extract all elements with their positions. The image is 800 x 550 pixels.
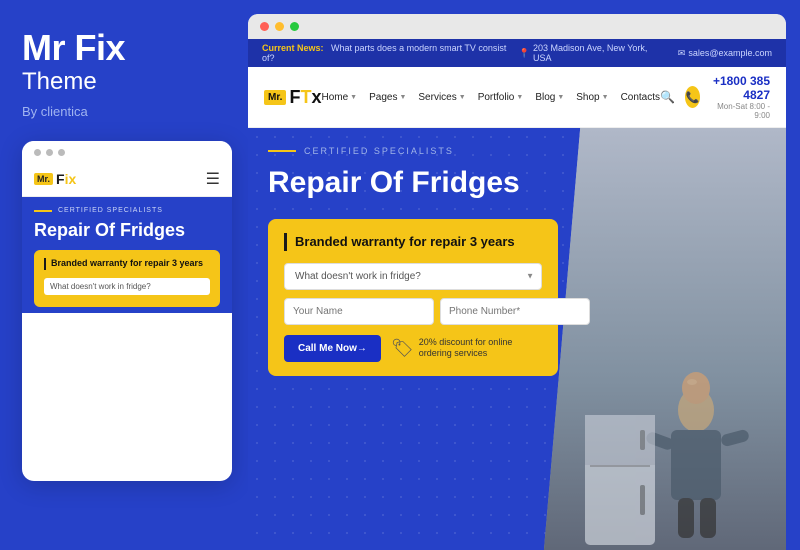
nav-link-shop[interactable]: Shop ▼ <box>576 92 608 103</box>
mockup-body: CERTIFIED SPECIALISTS Repair Of Fridges … <box>22 197 232 312</box>
phone-symbol: 📞 <box>686 91 700 104</box>
discount-text: 20% discount for online ordering service… <box>419 337 542 360</box>
phone-hours: Mon-Sat 8:00 - 9:00 <box>710 102 770 120</box>
call-me-now-button[interactable]: Call Me Now→ <box>284 335 381 362</box>
nav-logo-text: FTx <box>289 87 321 108</box>
news-info: 📍 203 Madison Ave, New York, USA ✉ sales… <box>519 43 772 63</box>
hamburger-icon[interactable]: ☰ <box>206 169 220 189</box>
name-input[interactable] <box>284 298 434 325</box>
left-panel: Mr Fix Theme By clientica Mr. Fix ☰ CERT… <box>0 0 248 550</box>
discount-icon: 🏷 <box>391 338 414 359</box>
nav-phone: +1800 385 4827 Mon-Sat 8:00 - 9:00 <box>710 74 770 120</box>
select-wrapper: What doesn't work in fridge? ▼ <box>284 263 542 290</box>
mockup-yellow-card: Branded warranty for repair 3 years What… <box>34 250 220 307</box>
hero-content: CERTIFIED SPECIALISTS Repair Of Fridges … <box>248 128 560 394</box>
mockup-dot-2 <box>46 149 53 156</box>
news-email-text: sales@example.com <box>688 48 772 58</box>
nav-link-blog[interactable]: Blog ▼ <box>535 92 564 103</box>
nav-link-pages[interactable]: Pages ▼ <box>369 92 406 103</box>
browser-bar <box>248 14 786 39</box>
site-wrapper: Current News: What parts does a modern s… <box>248 39 786 550</box>
nav-link-contacts[interactable]: Contacts <box>621 92 660 103</box>
news-label: Current News: <box>262 43 324 53</box>
brand-by: By clientica <box>22 104 226 119</box>
main-nav: Mr. FTx Home ▼ Pages ▼ Services ▼ Portfo… <box>248 67 786 128</box>
browser-dot-yellow[interactable] <box>275 22 284 31</box>
mockup-dot-3 <box>58 149 65 156</box>
browser-dot-green[interactable] <box>290 22 299 31</box>
nav-links: Home ▼ Pages ▼ Services ▼ Portfolio ▼ Bl… <box>321 92 660 103</box>
certified-text: CERTIFIED SPECIALISTS <box>304 146 454 156</box>
warranty-title: Branded warranty for repair 3 years <box>284 233 542 251</box>
brand-subtitle: Theme <box>22 68 226 97</box>
discount-info: 🏷 20% discount for online ordering servi… <box>391 337 542 360</box>
nav-logo-t: T <box>300 87 311 107</box>
phone-input[interactable] <box>440 298 590 325</box>
news-location: 📍 203 Madison Ave, New York, USA <box>519 43 666 63</box>
browser-dot-red[interactable] <box>260 22 269 31</box>
mockup-logo-ix: ix <box>65 171 77 187</box>
nav-right: 🔍 📞 +1800 385 4827 Mon-Sat 8:00 - 9:00 <box>660 74 770 120</box>
hero-photo <box>544 128 786 550</box>
nav-link-home[interactable]: Home ▼ <box>321 92 357 103</box>
mockup-top-bar <box>22 141 232 162</box>
mockup-heading: Repair Of Fridges <box>34 220 220 242</box>
news-bar: Current News: What parts does a modern s… <box>248 39 786 67</box>
search-icon[interactable]: 🔍 <box>660 90 675 104</box>
mockup-select[interactable]: What doesn't work in fridge? <box>44 278 210 295</box>
nav-logo: Mr. FTx <box>264 87 321 108</box>
nav-logo-mr: Mr. <box>264 90 286 105</box>
mockup-logo-fix: Fix <box>56 171 76 187</box>
card-inputs <box>284 298 542 325</box>
mobile-mockup: Mr. Fix ☰ CERTIFIED SPECIALISTS Repair O… <box>22 141 232 481</box>
hero-section: CERTIFIED SPECIALISTS Repair Of Fridges … <box>248 128 786 550</box>
mockup-warranty-title: Branded warranty for repair 3 years <box>44 258 210 270</box>
mockup-certified-text: CERTIFIED SPECIALISTS <box>58 207 163 214</box>
certified-divider <box>268 150 296 152</box>
certified-line <box>34 210 52 212</box>
mockup-certified: CERTIFIED SPECIALISTS <box>34 207 220 214</box>
nav-link-portfolio[interactable]: Portfolio ▼ <box>478 92 524 103</box>
fridge-problem-select[interactable]: What doesn't work in fridge? <box>284 263 542 290</box>
phone-number: +1800 385 4827 <box>710 74 770 102</box>
news-left: Current News: What parts does a modern s… <box>262 43 519 63</box>
card-bottom: Call Me Now→ 🏷 20% discount for online o… <box>284 335 542 362</box>
fridge-illustration <box>580 410 660 550</box>
phone-icon: 📞 <box>685 86 700 108</box>
mockup-logo-mr: Mr. <box>34 173 53 185</box>
news-email: ✉ sales@example.com <box>678 43 772 63</box>
hero-title: Repair Of Fridges <box>268 166 540 201</box>
mockup-nav: Mr. Fix ☰ <box>22 162 232 197</box>
news-location-text: 203 Madison Ave, New York, USA <box>533 43 666 63</box>
right-panel: Current News: What parts does a modern s… <box>248 14 786 550</box>
location-icon: 📍 <box>519 48 530 59</box>
certified-label: CERTIFIED SPECIALISTS <box>268 146 540 156</box>
yellow-card: Branded warranty for repair 3 years What… <box>268 219 558 376</box>
mockup-dot-1 <box>34 149 41 156</box>
brand-title: Mr Fix <box>22 28 226 68</box>
mockup-logo: Mr. Fix <box>34 171 76 187</box>
nav-link-services[interactable]: Services ▼ <box>418 92 465 103</box>
email-icon: ✉ <box>678 48 686 59</box>
